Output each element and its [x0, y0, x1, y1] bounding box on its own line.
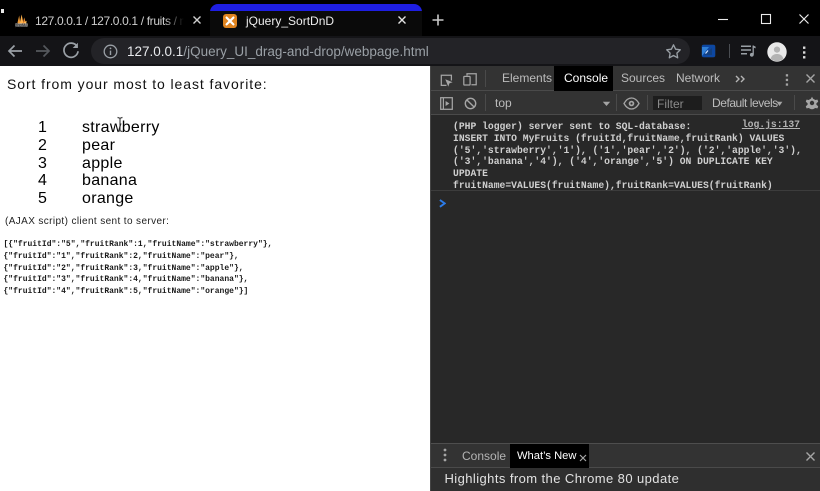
svg-text:phpMA: phpMA	[15, 22, 28, 27]
